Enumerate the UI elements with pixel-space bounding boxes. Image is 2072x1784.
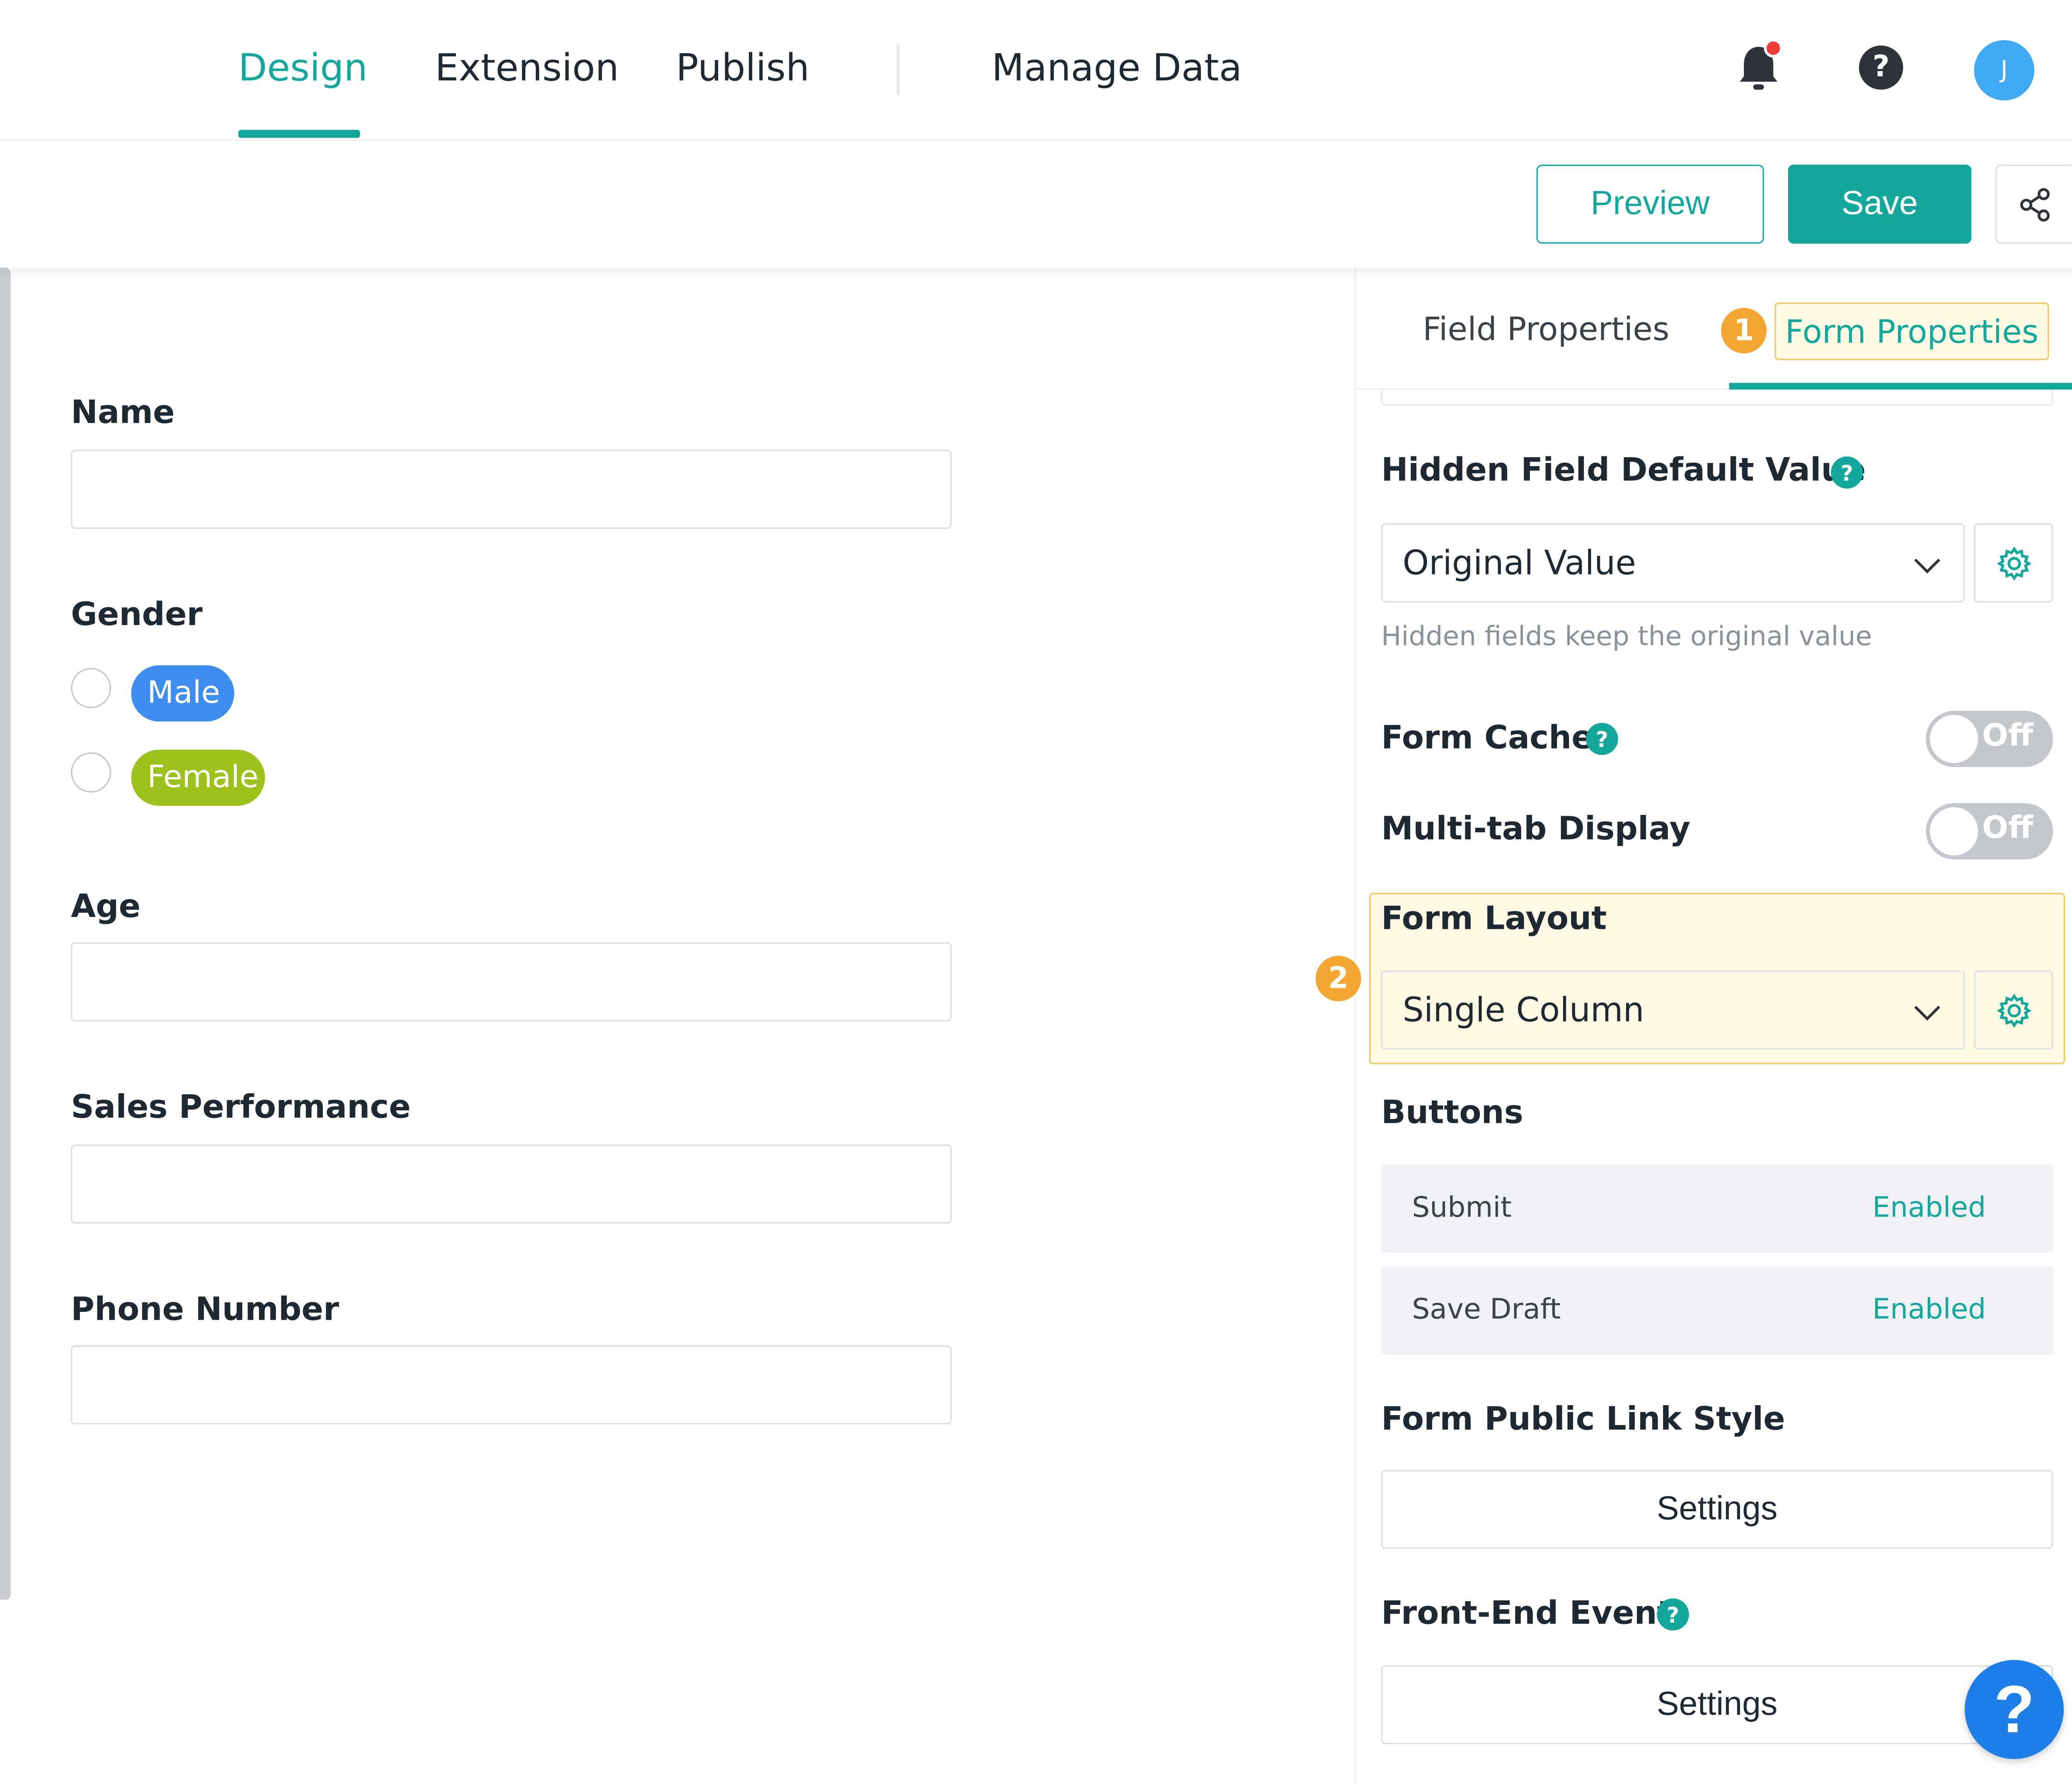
step-badge-2: 2 [1315,955,1361,1001]
public-link-settings-button[interactable]: Settings [1381,1470,2053,1549]
nav-tab-publish[interactable]: Publish [676,46,809,90]
phone-number-input[interactable] [71,1345,952,1425]
nav-tab-design[interactable]: Design [238,46,368,90]
tab-form-properties[interactable]: Form Properties [1774,302,2049,360]
hidden-field-select[interactable]: Original Value [1381,523,1965,603]
help-icon[interactable]: ? [1859,45,1903,90]
share-button[interactable] [1995,165,2072,244]
form-layout-select[interactable]: Single Column [1381,970,1965,1050]
tab-field-properties[interactable]: Field Properties [1423,310,1669,348]
form-cache-title: Form Cache [1381,719,1593,756]
nav-active-indicator [238,130,360,138]
toolbar: Preview Save [0,142,2072,268]
radio-male[interactable] [71,668,111,708]
nav-tab-extension[interactable]: Extension [435,46,619,90]
multi-tab-toggle[interactable]: Off [1926,803,2053,860]
nav-divider [896,44,900,95]
preview-button[interactable]: Preview [1536,165,1764,244]
front-end-event-title: Front-End Event [1381,1594,1673,1632]
button-row-save-draft[interactable]: Save Draft Enabled [1381,1266,2053,1355]
question-icon[interactable]: ? [1831,456,1863,489]
buttons-title: Buttons [1381,1093,1523,1132]
option-pill-male: Male [131,665,235,722]
multi-tab-title: Multi-tab Display [1381,810,1690,848]
hidden-field-settings-button[interactable] [1974,523,2053,603]
chevron-down-icon [1914,558,1940,574]
name-input[interactable] [71,450,952,529]
field-label-phone: Phone Number [71,1290,339,1328]
gear-icon [1996,993,2031,1028]
toggle-knob [1930,807,1978,856]
form-layout-title: Form Layout [1381,899,1607,937]
field-label-name: Name [71,393,175,431]
button-row-status: Enabled [1872,1293,1986,1326]
share-icon [2020,187,2050,221]
canvas-scroll-edge [0,267,11,1600]
field-label-sales: Sales Performance [71,1088,411,1126]
question-icon[interactable]: ? [1586,722,1618,755]
hidden-field-hint: Hidden fields keep the original value [1381,620,1872,652]
form-layout-settings-button[interactable] [1974,970,2053,1050]
form-layout-value: Single Column [1402,990,1644,1030]
field-label-age: Age [71,887,141,925]
button-row-submit[interactable]: Submit Enabled [1381,1164,2053,1253]
button-row-status: Enabled [1872,1191,1986,1224]
gear-icon [1996,545,2031,580]
previous-setting-box [1381,389,2053,406]
nav-tab-manage-data[interactable]: Manage Data [992,46,1242,90]
notification-dot [1764,39,1783,58]
form-cache-toggle[interactable]: Off [1926,710,2053,767]
step-badge-1: 1 [1721,308,1767,354]
age-input[interactable] [71,942,952,1022]
front-end-event-settings-button[interactable]: Settings [1381,1665,2053,1745]
avatar[interactable]: J [1974,40,2034,101]
question-icon[interactable]: ? [1657,1598,1689,1631]
field-label-gender: Gender [71,596,203,633]
button-row-name: Submit [1412,1191,1512,1224]
save-button[interactable]: Save [1788,165,1972,244]
chevron-down-icon [1914,1006,1940,1021]
toggle-state-label: Off [1982,719,2033,754]
floating-help-button[interactable]: ? [1965,1660,2064,1759]
toggle-knob [1930,715,1978,763]
public-link-title: Form Public Link Style [1381,1400,1785,1438]
toggle-state-label: Off [1982,811,2033,846]
hidden-field-title: Hidden Field Default Value [1381,451,1866,489]
tab-active-indicator [1729,383,2072,390]
option-pill-female: Female [131,749,265,806]
hidden-field-value: Original Value [1402,543,1636,582]
sales-performance-input[interactable] [71,1144,952,1224]
button-row-name: Save Draft [1412,1293,1561,1326]
top-nav: Design Extension Publish Manage Data ? J [0,0,2072,141]
radio-female[interactable] [71,752,111,793]
